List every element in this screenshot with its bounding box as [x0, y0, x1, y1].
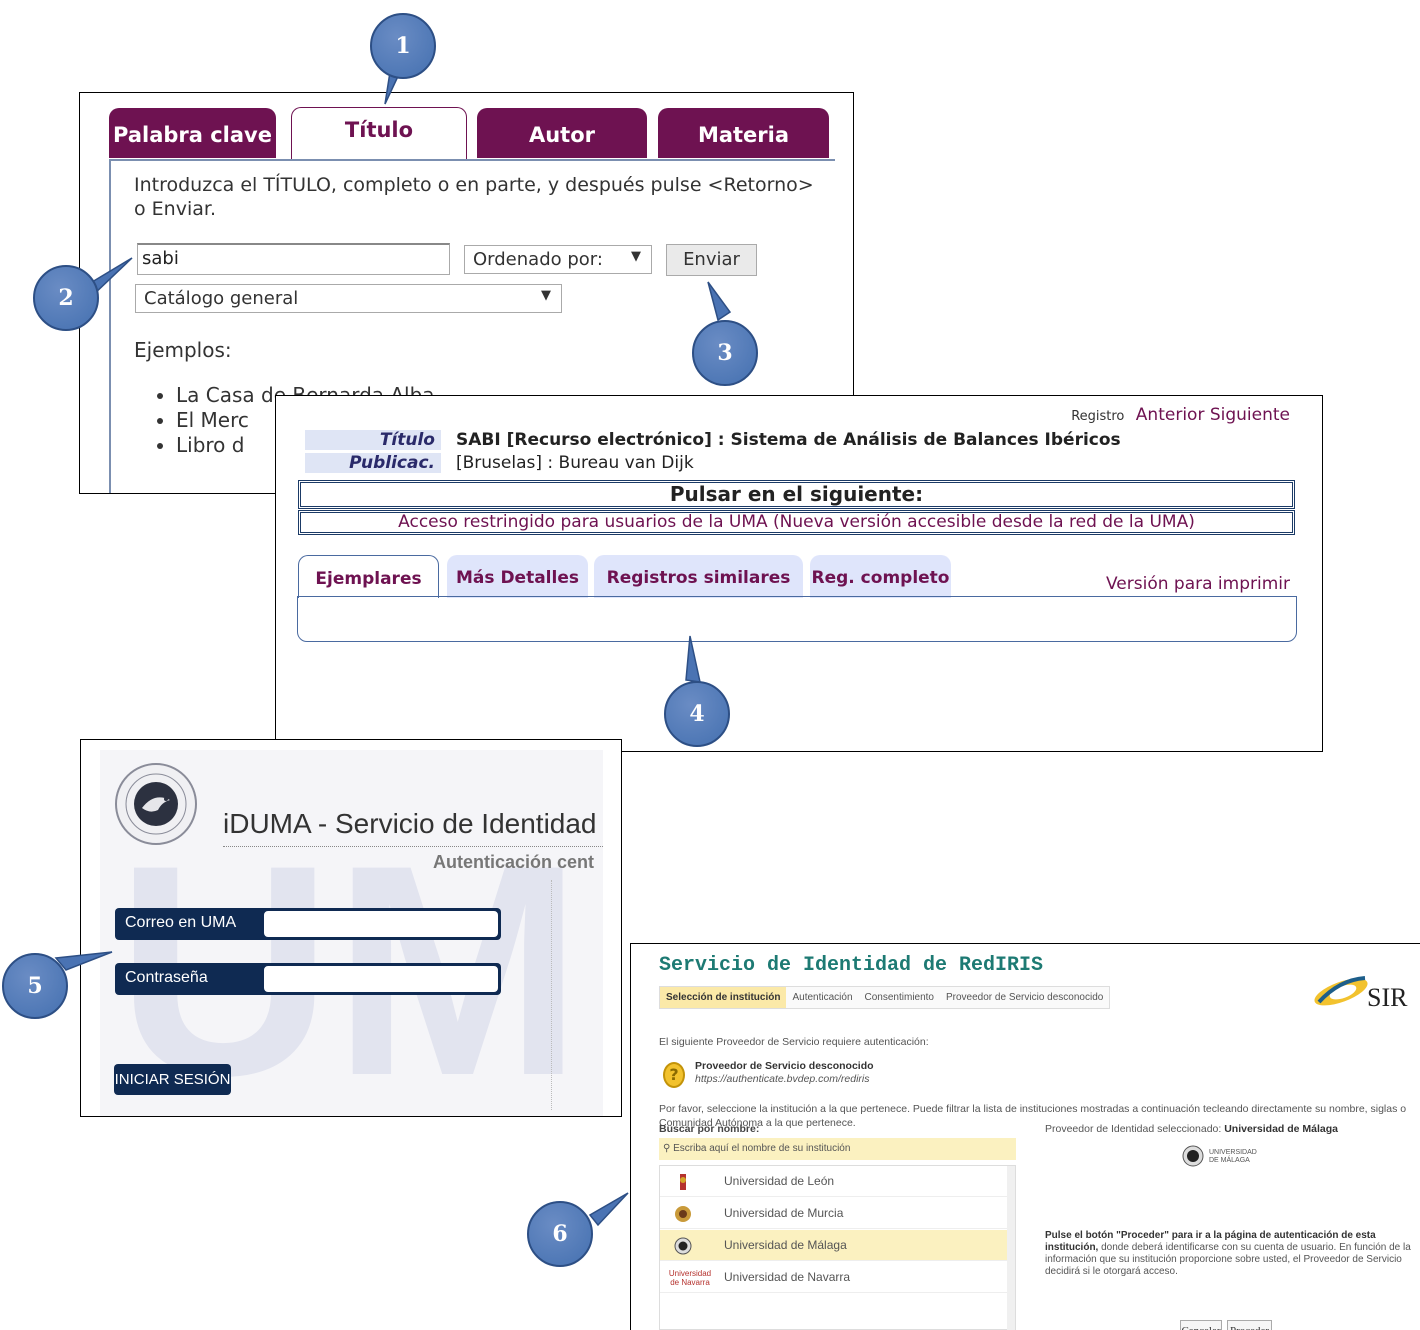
step-marker: 5 [2, 953, 68, 1019]
step-marker: 6 [527, 1201, 593, 1267]
step-marker: 4 [664, 681, 730, 747]
step-marker: 2 [33, 265, 99, 331]
callout-pointers [54, 71, 732, 1227]
step-marker: 1 [370, 13, 436, 79]
step-marker: 3 [692, 320, 758, 386]
